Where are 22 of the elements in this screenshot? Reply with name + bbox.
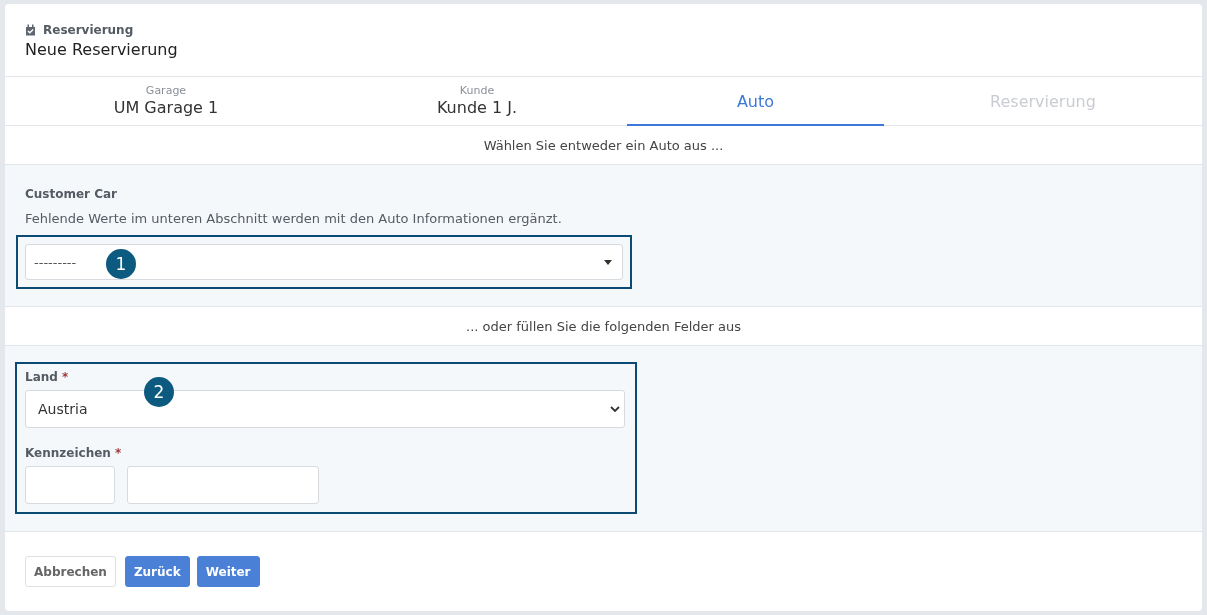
field-label: Land [25,370,58,384]
input-field[interactable] [25,466,115,504]
cancel-button[interactable]: Abbrechen [25,556,116,587]
step-tab[interactable]: Garage UM Garage 1 [5,77,327,126]
step-tab[interactable]: Auto [627,77,884,126]
page-title: Neue Reservierung [25,40,179,59]
instruction-text: ... oder füllen Sie die folgenden Felder aus [466,318,741,334]
calendar-check-icon [25,24,36,36]
help-text: Fehlende Werte im unteren Abschnitt werden mit den Auto Informationen ergänzt. [24,211,563,226]
step-tab[interactable]: Kunde Kunde 1 J. [327,77,627,126]
nav-button[interactable]: Zurück [124,556,190,587]
section-label: Reservierung [43,23,134,37]
instruction-text: Wählen Sie entweder ein Auto aus ... [483,137,724,153]
required-mark: * [61,370,69,384]
nav-button[interactable]: Weiter [196,556,260,587]
required-mark: * [114,446,122,460]
chevron-down-icon [610,406,620,412]
caret-icon [604,259,612,265]
section-heading: Customer Car [24,187,119,201]
callout-badge: 2 [144,377,174,407]
input-field[interactable] [127,466,319,504]
field-label: Kennzeichen [25,446,111,460]
